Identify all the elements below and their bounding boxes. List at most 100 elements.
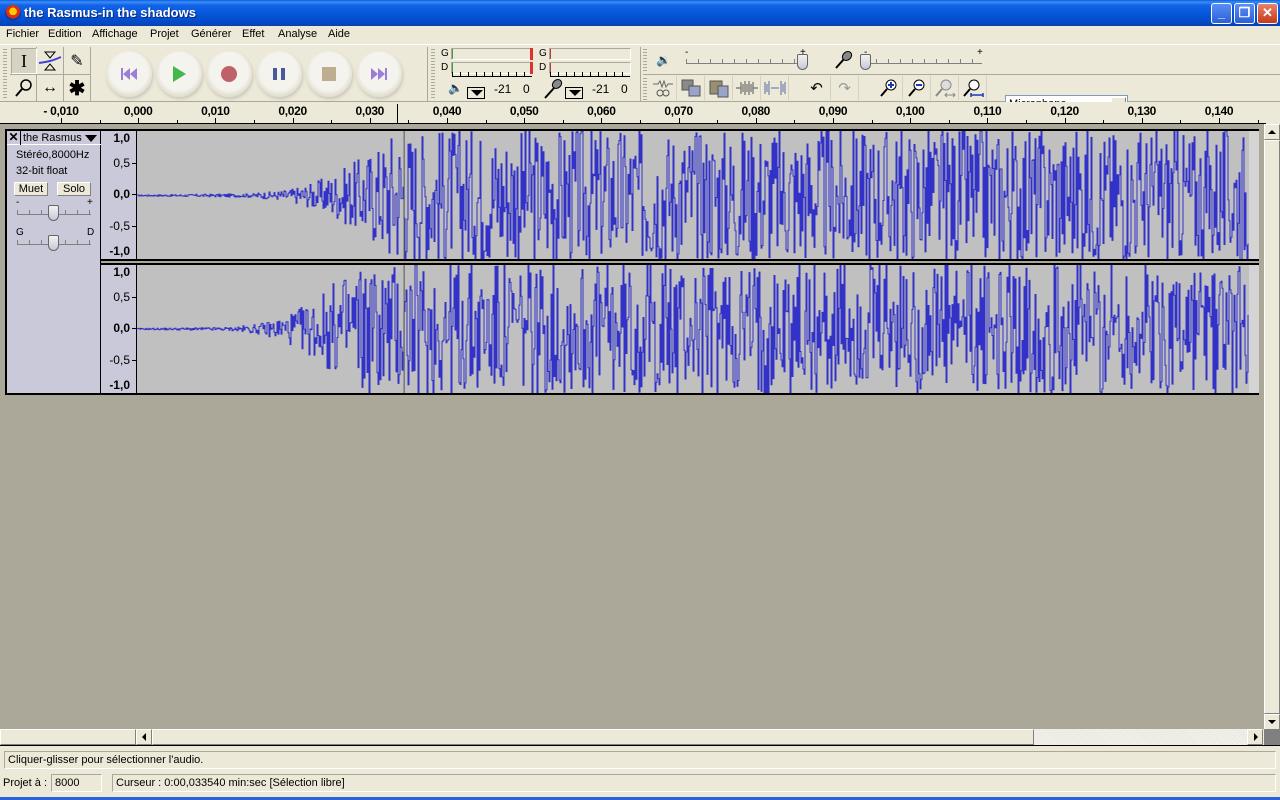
record-button[interactable]: [206, 51, 252, 97]
copy-button[interactable]: [677, 76, 705, 100]
channel-2-amplitude-ruler[interactable]: 1,0 0,5 0,0 -0,5 -1,0: [101, 265, 137, 393]
envelope-tool-icon: [38, 51, 62, 71]
draw-tool[interactable]: ✎: [64, 48, 90, 74]
gain-max-label: +: [87, 197, 93, 208]
menu-edition[interactable]: Edition: [48, 28, 82, 40]
input-volume-slider[interactable]: [864, 59, 982, 64]
audacity-app-icon: [5, 5, 21, 21]
scroll-right-button[interactable]: [1247, 729, 1263, 745]
fit-project-icon: [962, 79, 984, 97]
input-volume-thumb[interactable]: [860, 54, 871, 70]
waveform-channel-right[interactable]: [137, 265, 1259, 393]
edit-toolbar-grip[interactable]: [643, 78, 647, 100]
ruler-major-tick: [755, 118, 757, 123]
ruler-label: 0,080: [741, 104, 771, 118]
horizontal-scroll-thumb[interactable]: [152, 729, 1034, 745]
timeline-ruler[interactable]: - 0,010 0,000 0,010 0,020 0,030 0,040 0,050 0,0…: [0, 102, 1266, 124]
input-meter-left[interactable]: [549, 48, 631, 60]
zoom-out-icon: [907, 79, 924, 97]
ruler-minor-tick: [948, 120, 950, 123]
track-bit-depth: 32-bit float: [16, 165, 68, 177]
minimize-button[interactable]: _: [1211, 3, 1232, 24]
ruler-label: 0,130: [1127, 104, 1157, 118]
track-menu-arrow-icon[interactable]: [85, 135, 97, 142]
waveform-path: [137, 265, 1249, 393]
pause-button[interactable]: [256, 51, 302, 97]
play-button[interactable]: [156, 51, 202, 97]
input-meter-menu[interactable]: [565, 87, 583, 99]
vertical-scrollbar[interactable]: [1264, 124, 1280, 730]
ruler-major-tick: [833, 118, 834, 123]
zoom-out-button[interactable]: [903, 76, 931, 100]
arrow-left-icon: [142, 733, 146, 741]
input-meter-right-label: D: [539, 62, 547, 73]
project-rate-field[interactable]: 8000: [51, 774, 102, 792]
scroll-left-button[interactable]: [136, 729, 152, 745]
horizontal-scroll-track-left[interactable]: [0, 729, 136, 745]
menu-affichage[interactable]: Affichage: [92, 28, 138, 40]
mixer-toolbar-grip[interactable]: [643, 49, 647, 71]
amp-label: -0,5: [109, 219, 130, 233]
menu-generer[interactable]: Générer: [191, 28, 231, 40]
menu-effet[interactable]: Effet: [242, 28, 264, 40]
pan-slider-thumb[interactable]: [48, 235, 59, 251]
ruler-minor-tick: [1026, 120, 1027, 123]
waveform-channel-left[interactable]: [137, 131, 1259, 260]
arrow-right-icon: [1254, 733, 1258, 741]
output-meter-menu[interactable]: [467, 87, 485, 99]
zoom-in-button[interactable]: [875, 76, 903, 100]
multi-tool[interactable]: ✱: [64, 75, 90, 101]
status-hint: Cliquer-glisser pour sélectionner l'audi…: [4, 751, 1276, 769]
input-meter-scale-mid: -21: [592, 82, 610, 96]
stop-button[interactable]: [306, 51, 352, 97]
mute-button[interactable]: Muet: [14, 182, 48, 196]
ruler-major-tick: [138, 118, 140, 123]
selection-tool[interactable]: I: [11, 48, 37, 74]
output-volume-thumb[interactable]: [797, 54, 808, 70]
menu-projet[interactable]: Projet: [150, 28, 179, 40]
paste-button[interactable]: [705, 76, 733, 100]
silence-button[interactable]: [761, 76, 789, 100]
restore-button[interactable]: ❐: [1234, 3, 1255, 24]
audacity-window: the Rasmus-in the shadows _ ❐ ✕ Fichier …: [0, 0, 1280, 800]
trim-button[interactable]: [733, 76, 761, 100]
menu-analyse[interactable]: Analyse: [278, 28, 317, 40]
track-name-menu[interactable]: the Rasmus: [23, 132, 82, 144]
envelope-tool[interactable]: [37, 48, 63, 74]
tools-toolbar-grip[interactable]: [3, 49, 7, 99]
close-button[interactable]: ✕: [1257, 3, 1278, 24]
ruler-cursor-marker: [397, 104, 399, 123]
skip-to-start-icon: [121, 68, 137, 80]
scroll-up-button[interactable]: [1264, 124, 1280, 140]
status-area: Cliquer-glisser pour sélectionner l'audi…: [0, 745, 1280, 800]
ruler-minor-tick: [176, 120, 178, 123]
output-meter-left[interactable]: [451, 48, 533, 60]
horizontal-scrollbar[interactable]: [0, 729, 1264, 745]
skip-to-end-button[interactable]: [356, 51, 402, 97]
fit-project-button[interactable]: [959, 76, 987, 100]
fit-selection-button[interactable]: [931, 76, 959, 100]
time-shift-icon: ↔: [42, 79, 58, 96]
pause-icon: [273, 68, 285, 80]
gain-slider-thumb[interactable]: [48, 205, 59, 221]
window-title: the Rasmus-in the shadows: [24, 5, 196, 20]
output-volume-slider[interactable]: [686, 59, 804, 64]
solo-button[interactable]: Solo: [57, 182, 91, 196]
scroll-down-button[interactable]: [1264, 714, 1280, 730]
track-workspace[interactable]: ✕ the Rasmus Stéréo,8000Hz 32-bit float …: [0, 124, 1264, 730]
zoom-tool[interactable]: [11, 75, 37, 101]
output-meter-scale-mid: -21: [494, 82, 512, 96]
vertical-scroll-thumb[interactable]: [1264, 140, 1280, 714]
ruler-label: 0,090: [818, 104, 848, 118]
cut-button[interactable]: [649, 76, 677, 100]
skip-to-start-button[interactable]: [106, 51, 152, 97]
track-close-button[interactable]: ✕: [7, 131, 21, 145]
time-shift-tool[interactable]: ↔: [37, 75, 63, 101]
undo-button[interactable]: ↶: [803, 76, 831, 100]
audio-track: ✕ the Rasmus Stéréo,8000Hz 32-bit float …: [5, 129, 1259, 395]
meter-toolbar-grip[interactable]: [431, 49, 435, 99]
redo-button[interactable]: ↷: [831, 76, 859, 100]
channel-1-amplitude-ruler[interactable]: 1,0 0,5 0,0 -0,5 -1,0: [101, 131, 137, 260]
menu-fichier[interactable]: Fichier: [6, 28, 39, 40]
menu-aide[interactable]: Aide: [328, 28, 350, 40]
